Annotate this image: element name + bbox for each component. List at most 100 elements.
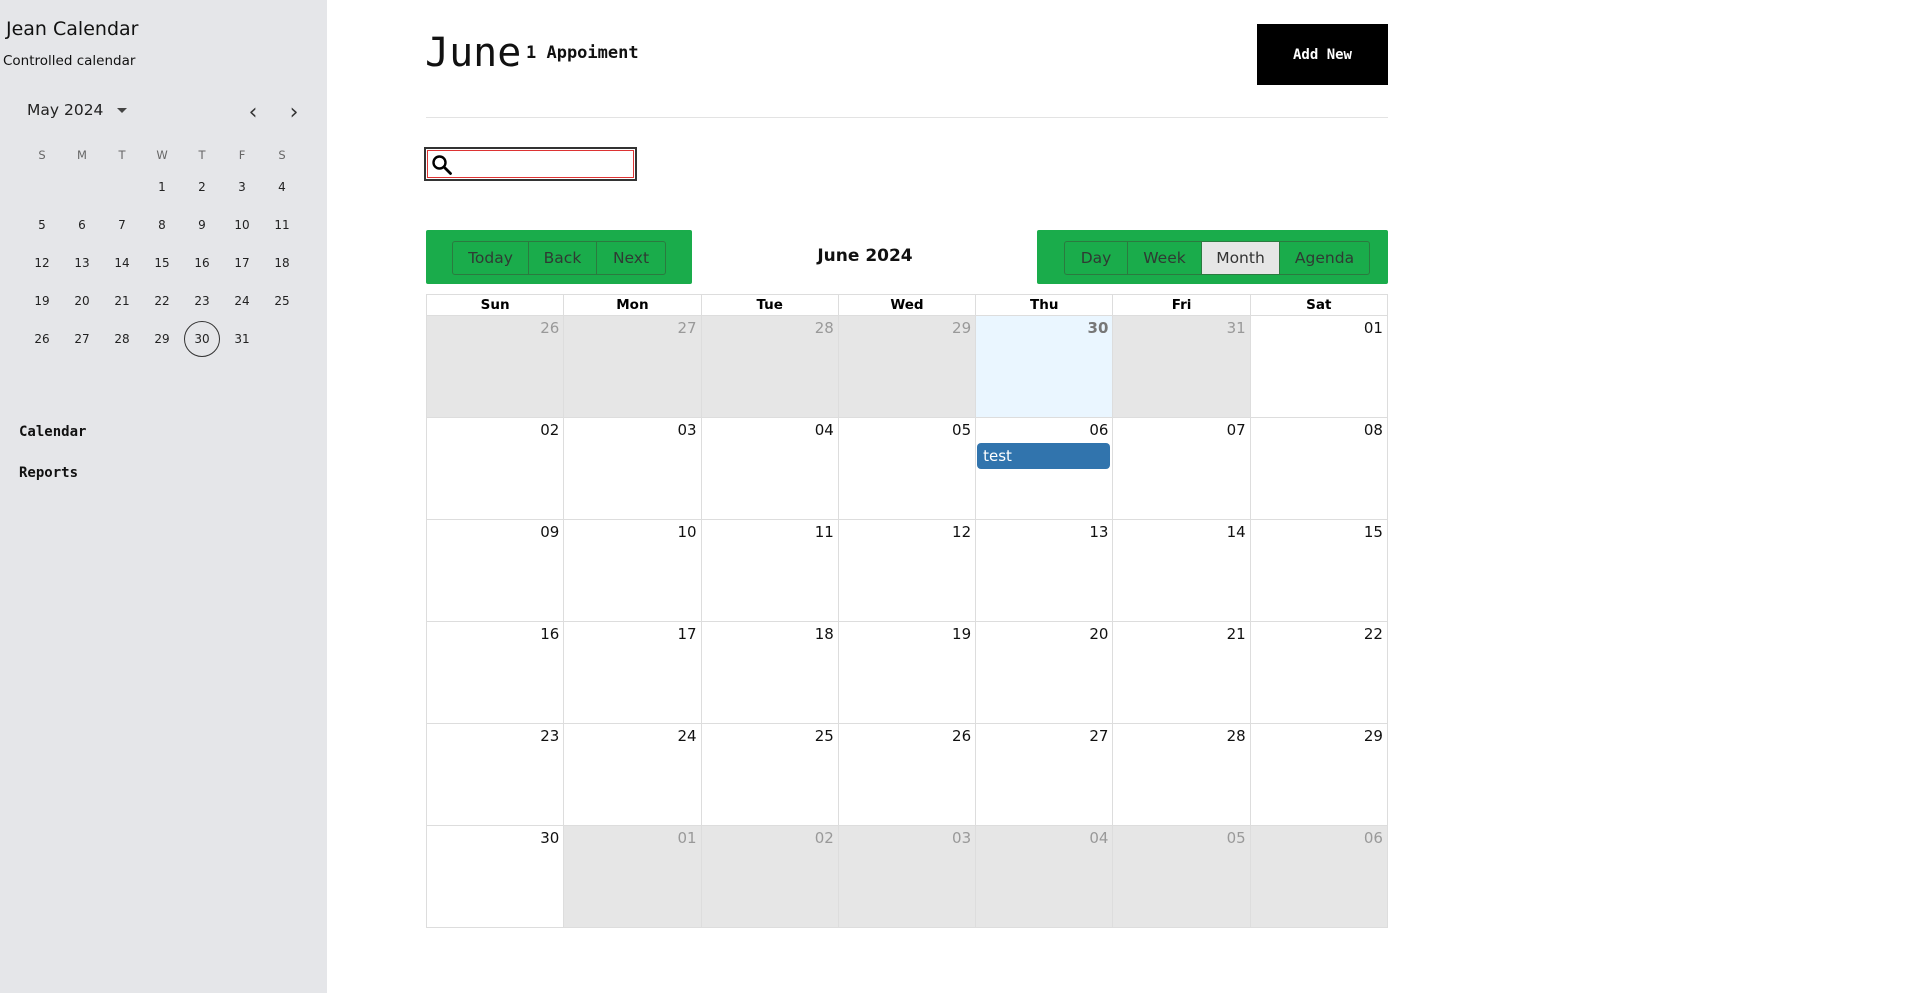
day-number[interactable]: 28 bbox=[1227, 727, 1246, 745]
next-button[interactable]: Next bbox=[597, 242, 665, 274]
day-number[interactable]: 19 bbox=[952, 625, 971, 643]
day-number[interactable]: 06 bbox=[1364, 829, 1383, 847]
mini-calendar-day[interactable]: 24 bbox=[222, 282, 262, 320]
day-cell[interactable]: 03 bbox=[838, 826, 977, 927]
mini-calendar-day[interactable]: 23 bbox=[182, 282, 222, 320]
mini-calendar-month-select[interactable]: May 2024 bbox=[27, 101, 128, 119]
chevron-right-icon[interactable]: › bbox=[284, 102, 304, 124]
mini-calendar-day[interactable]: 31 bbox=[222, 320, 262, 358]
day-cell[interactable]: 26 bbox=[839, 724, 977, 825]
day-number[interactable]: 08 bbox=[1364, 421, 1383, 439]
day-number[interactable]: 01 bbox=[677, 829, 696, 847]
day-cell[interactable]: 01 bbox=[1251, 316, 1387, 417]
day-cell[interactable]: 31 bbox=[1113, 316, 1251, 417]
day-number[interactable]: 14 bbox=[1227, 523, 1246, 541]
day-cell[interactable]: 30 bbox=[427, 826, 565, 927]
day-number[interactable]: 25 bbox=[815, 727, 834, 745]
day-number[interactable]: 30 bbox=[540, 829, 559, 847]
add-new-button[interactable]: Add New bbox=[1257, 24, 1388, 85]
day-cell[interactable]: 17 bbox=[564, 622, 702, 723]
day-number[interactable]: 27 bbox=[1089, 727, 1108, 745]
day-cell[interactable]: 29 bbox=[838, 316, 977, 417]
mini-calendar-day[interactable]: 18 bbox=[262, 244, 302, 282]
day-number[interactable]: 24 bbox=[677, 727, 696, 745]
day-cell[interactable]: 24 bbox=[564, 724, 702, 825]
mini-calendar-day[interactable]: 7 bbox=[102, 206, 142, 244]
mini-calendar-day[interactable]: 5 bbox=[22, 206, 62, 244]
nav-calendar-link[interactable]: Calendar bbox=[19, 424, 86, 440]
mini-calendar-day[interactable]: 3 bbox=[222, 168, 262, 206]
day-cell[interactable]: 27 bbox=[976, 724, 1114, 825]
day-cell[interactable]: 05 bbox=[839, 418, 977, 519]
day-number[interactable]: 04 bbox=[815, 421, 834, 439]
day-number[interactable]: 13 bbox=[1089, 523, 1108, 541]
back-button[interactable]: Back bbox=[529, 242, 597, 274]
day-cell[interactable]: 27 bbox=[564, 316, 702, 417]
day-number[interactable]: 12 bbox=[952, 523, 971, 541]
mini-calendar-day[interactable]: 13 bbox=[62, 244, 102, 282]
day-number[interactable]: 02 bbox=[815, 829, 834, 847]
day-number[interactable]: 06 bbox=[1089, 421, 1108, 439]
day-number[interactable]: 30 bbox=[1088, 319, 1109, 337]
day-number[interactable]: 03 bbox=[677, 421, 696, 439]
nav-reports-link[interactable]: Reports bbox=[19, 465, 78, 481]
mini-calendar-day[interactable]: 19 bbox=[22, 282, 62, 320]
day-cell[interactable]: 03 bbox=[564, 418, 702, 519]
mini-calendar-day[interactable]: 29 bbox=[142, 320, 182, 358]
mini-calendar-day[interactable]: 8 bbox=[142, 206, 182, 244]
day-cell[interactable]: 18 bbox=[702, 622, 839, 723]
mini-calendar-day[interactable]: 4 bbox=[262, 168, 302, 206]
day-cell[interactable]: 16 bbox=[427, 622, 565, 723]
day-number[interactable]: 07 bbox=[1227, 421, 1246, 439]
mini-calendar-day[interactable]: 14 bbox=[102, 244, 142, 282]
day-cell-today[interactable]: 30 bbox=[976, 316, 1114, 417]
day-number[interactable]: 11 bbox=[815, 523, 834, 541]
day-cell[interactable]: 13 bbox=[976, 520, 1114, 621]
mini-calendar-day[interactable]: 21 bbox=[102, 282, 142, 320]
day-cell[interactable]: 29 bbox=[1251, 724, 1387, 825]
chevron-left-icon[interactable]: ‹ bbox=[243, 102, 263, 124]
day-number[interactable]: 02 bbox=[540, 421, 559, 439]
mini-calendar-day[interactable]: 9 bbox=[182, 206, 222, 244]
mini-calendar-day[interactable]: 26 bbox=[22, 320, 62, 358]
day-number[interactable]: 16 bbox=[540, 625, 559, 643]
calendar-event[interactable]: test bbox=[977, 443, 1111, 469]
day-cell[interactable]: 11 bbox=[702, 520, 839, 621]
day-number[interactable]: 03 bbox=[952, 829, 971, 847]
mini-calendar-day[interactable]: 2 bbox=[182, 168, 222, 206]
day-cell[interactable]: 09 bbox=[427, 520, 565, 621]
day-cell[interactable]: 06 bbox=[1250, 826, 1387, 927]
mini-calendar-day[interactable]: 20 bbox=[62, 282, 102, 320]
mini-calendar-day[interactable]: 25 bbox=[262, 282, 302, 320]
day-cell[interactable]: 25 bbox=[702, 724, 839, 825]
day-number[interactable]: 15 bbox=[1364, 523, 1383, 541]
day-cell[interactable]: 05 bbox=[1113, 826, 1251, 927]
day-number[interactable]: 29 bbox=[1364, 727, 1383, 745]
day-number[interactable]: 09 bbox=[540, 523, 559, 541]
day-cell[interactable]: 02 bbox=[427, 418, 565, 519]
day-cell[interactable]: 15 bbox=[1251, 520, 1387, 621]
day-cell[interactable]: 22 bbox=[1251, 622, 1387, 723]
mini-calendar-day[interactable]: 28 bbox=[102, 320, 142, 358]
day-cell[interactable]: 28 bbox=[1113, 724, 1251, 825]
day-number[interactable]: 26 bbox=[952, 727, 971, 745]
day-cell[interactable]: 12 bbox=[839, 520, 977, 621]
day-number[interactable]: 26 bbox=[540, 319, 559, 337]
day-cell[interactable]: 02 bbox=[701, 826, 839, 927]
mini-calendar-day[interactable]: 27 bbox=[62, 320, 102, 358]
day-number[interactable]: 21 bbox=[1227, 625, 1246, 643]
day-cell[interactable]: 28 bbox=[701, 316, 839, 417]
mini-calendar-day[interactable]: 16 bbox=[182, 244, 222, 282]
day-cell[interactable]: 19 bbox=[839, 622, 977, 723]
day-cell[interactable]: 23 bbox=[427, 724, 565, 825]
view-agenda-button[interactable]: Agenda bbox=[1280, 242, 1369, 274]
day-cell[interactable]: 04 bbox=[702, 418, 839, 519]
today-button[interactable]: Today bbox=[453, 242, 529, 274]
day-number[interactable]: 20 bbox=[1089, 625, 1108, 643]
day-number[interactable]: 27 bbox=[677, 319, 696, 337]
day-cell[interactable]: 07 bbox=[1113, 418, 1251, 519]
day-number[interactable]: 10 bbox=[677, 523, 696, 541]
search-input[interactable] bbox=[456, 153, 630, 177]
day-cell[interactable]: 04 bbox=[976, 826, 1114, 927]
mini-calendar-day[interactable]: 12 bbox=[22, 244, 62, 282]
